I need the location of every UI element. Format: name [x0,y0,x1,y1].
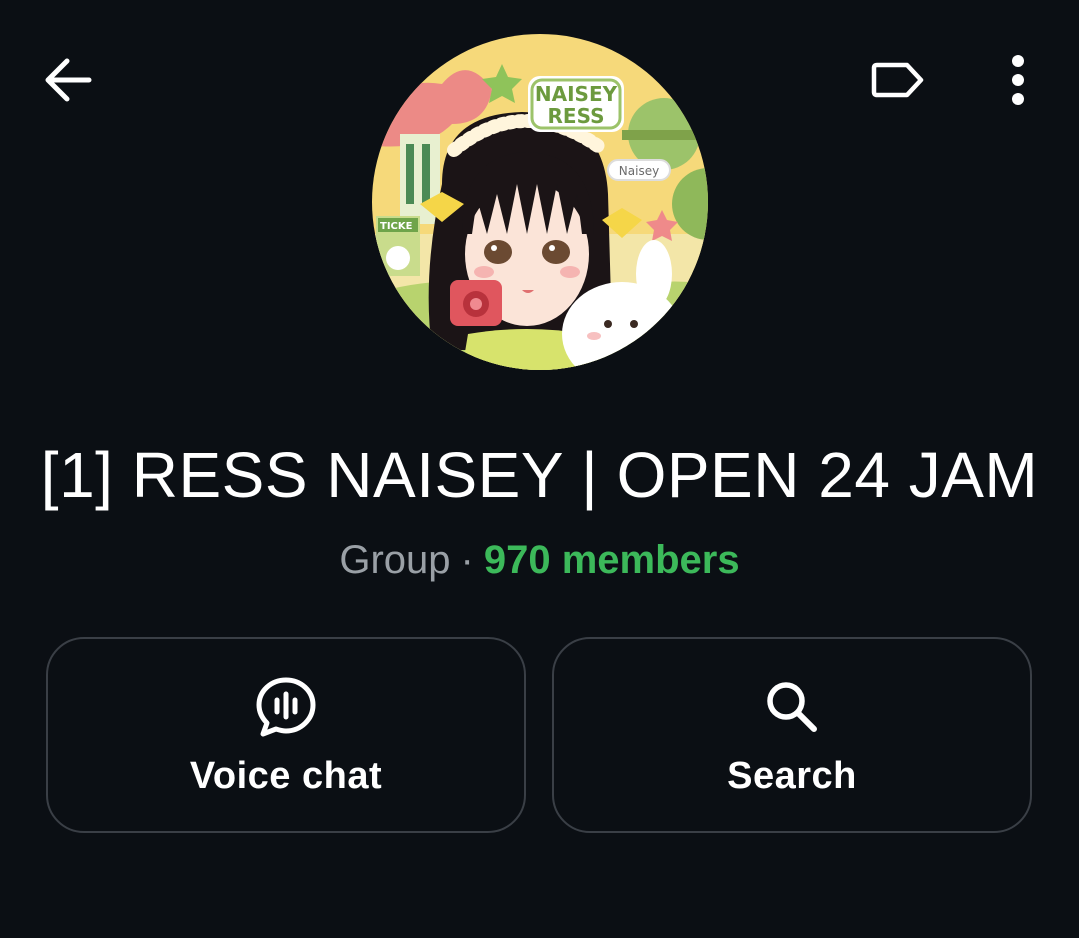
voice-chat-icon [254,675,318,739]
group-avatar[interactable]: TICKE Naisey NAISEY RESS [372,34,708,370]
label-button[interactable] [866,50,930,110]
avatar-name-tag: Naisey [619,164,659,178]
voice-chat-label: Voice chat [189,755,383,797]
label-tag-icon [871,62,924,98]
avatar-badge-line1: NAISEY [535,82,618,106]
back-button[interactable] [36,50,100,110]
group-info-screen: TICKE Naisey NAISEY RESS [1] RESS NAISEY… [0,0,1079,938]
avatar-ticket-text: TICKE [380,221,413,232]
avatar-badge-line2: RESS [548,104,605,128]
more-options-button[interactable] [988,50,1048,110]
search-icon [760,675,824,739]
group-type-label: Group [339,538,451,582]
avatar-illustration: TICKE Naisey NAISEY RESS [372,34,708,370]
members-count[interactable]: 970 members [484,538,740,582]
search-button[interactable]: Search [552,637,1032,833]
voice-chat-button[interactable]: Voice chat [46,637,526,833]
search-label: Search [727,755,857,797]
group-title: [1] RESS NAISEY | OPEN 24 JAM [40,439,1039,511]
group-subtitle: Group · 970 members [0,538,1079,583]
arrow-left-icon [45,58,92,102]
subtitle-separator: · [460,538,474,582]
more-vertical-icon [1012,55,1024,105]
